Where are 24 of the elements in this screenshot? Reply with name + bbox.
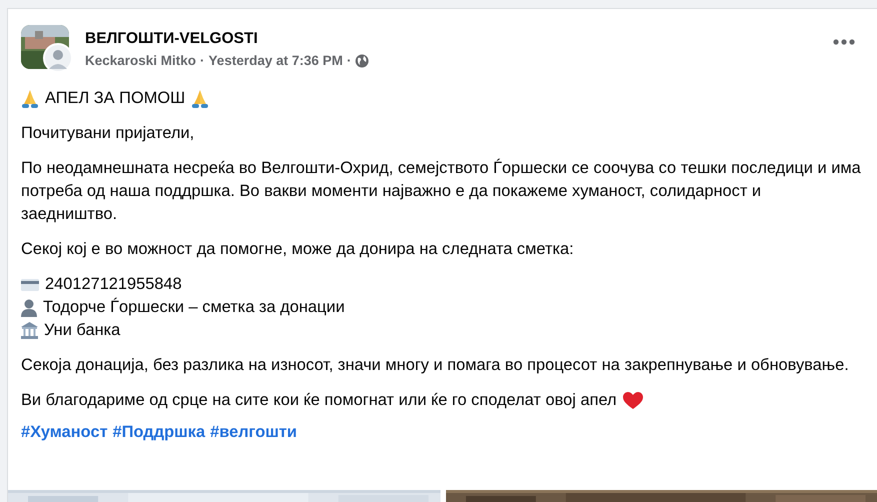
- post-paragraph: Почитувани пријатели,: [21, 123, 196, 144]
- post-paragraph: По неодамнешната несреќа во Велгошти-Охрид, семејството Ѓоршески се соочува со тешки последици и има потреба од наша поддршка. Во вакви моменти најважно е да покажеме хуманост, солидарност и заедништво.: [21, 158, 861, 225]
- hashtag-link[interactable]: #велгошти: [210, 423, 298, 442]
- account-detail: 240127121955848: [45, 274, 182, 295]
- user-avatar[interactable]: [43, 43, 73, 73]
- meta-separator: ·: [200, 53, 205, 68]
- hashtag-link[interactable]: #Хуманост: [21, 423, 108, 442]
- post-paragraph: Секоја донација, без разлика на износот, значи многу и помага во процесот на закрепнување и обновување.: [21, 355, 850, 376]
- page-name[interactable]: ВЕЛГОШТИ-VELGOSTI: [85, 30, 817, 48]
- more-icon: [833, 39, 855, 45]
- account-detail: Уни банка: [44, 320, 120, 341]
- post-paragraph: Секој кој е во можност да помогне, може да донира на следната сметка:: [21, 239, 575, 260]
- credit-card-icon: [21, 278, 39, 292]
- hashtag-link[interactable]: #Поддршка: [112, 423, 206, 442]
- account-detail: Тодорче Ѓоршески – сметка за донации: [43, 296, 345, 318]
- author-name[interactable]: Keckaroski Mitko: [85, 53, 196, 68]
- post-heading: АПЕЛ ЗА ПОМОШ: [45, 88, 186, 109]
- person-icon: [21, 298, 37, 316]
- globe-icon: [355, 54, 370, 68]
- bank-icon: [21, 322, 38, 339]
- heart-icon: [622, 392, 643, 410]
- post-paragraph: Ви благодариме од срце на сите кои ќе помогнат или ќе го споделат овој апел: [21, 390, 617, 411]
- post-time[interactable]: Yesterday at 7:36 PM: [208, 53, 343, 68]
- meta-separator: ·: [346, 53, 352, 68]
